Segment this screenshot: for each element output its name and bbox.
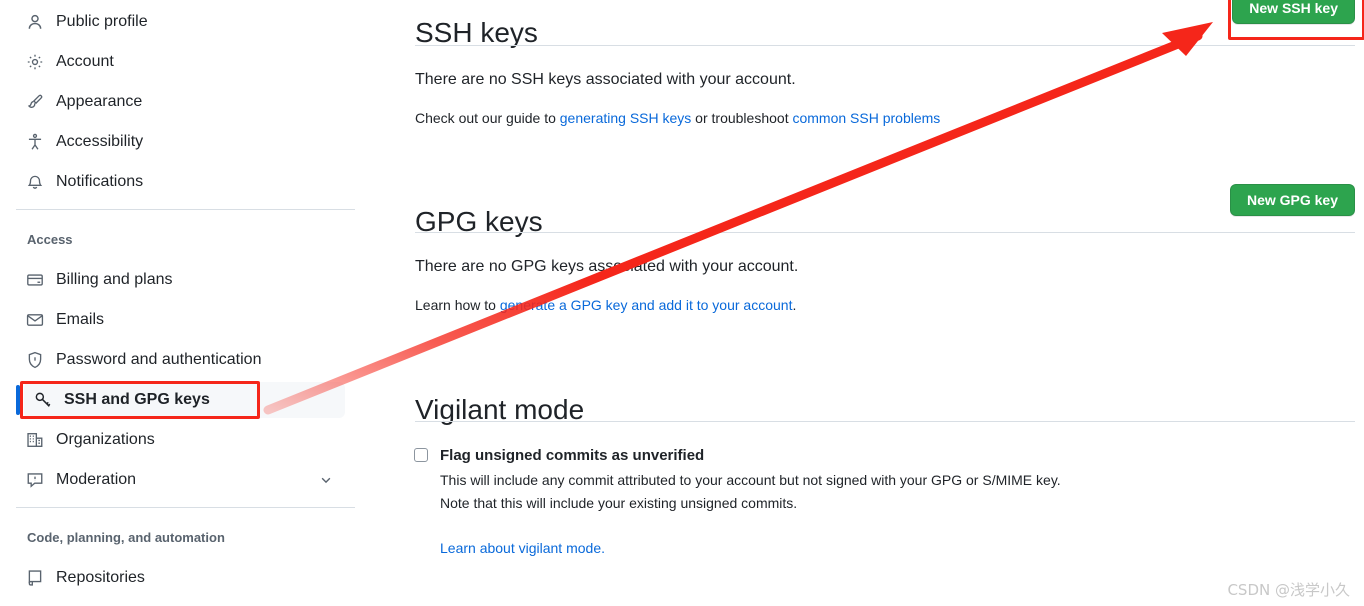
vigilant-note-line-1: This will include any commit attributed … (440, 472, 1061, 488)
sidebar-item-moderation[interactable]: Moderation (16, 462, 345, 498)
gear-icon (26, 53, 44, 71)
ssh-help-middle: or troubleshoot (691, 110, 793, 126)
sidebar-item-label: SSH and GPG keys (64, 391, 210, 408)
settings-sidebar: Public profile Account Appearance Access… (0, 0, 400, 606)
gpg-section-rule (415, 232, 1355, 233)
organization-icon (26, 431, 44, 449)
sidebar-item-label: Appearance (56, 93, 143, 110)
ssh-help-prefix: Check out our guide to (415, 110, 560, 126)
sidebar-item-ssh-and-gpg-keys[interactable]: SSH and GPG keys (24, 382, 345, 418)
key-icon (34, 391, 52, 409)
csdn-watermark: CSDN @浅学小久 (1227, 581, 1350, 599)
sidebar-item-password-and-authentication[interactable]: Password and authentication (16, 342, 345, 378)
gpg-empty-message: There are no GPG keys associated with yo… (415, 258, 799, 275)
learn-about-vigilant-mode-link[interactable]: Learn about vigilant mode. (440, 540, 605, 556)
sidebar-group-code-planning-automation: Code, planning, and automation (27, 530, 225, 545)
flag-unsigned-commits-checkbox[interactable] (414, 448, 428, 462)
credit-card-icon (26, 271, 44, 289)
vigilant-learn-link-wrap: Learn about vigilant mode. (440, 540, 605, 556)
bell-icon (26, 173, 44, 191)
mail-icon (26, 311, 44, 329)
gpg-help-prefix: Learn how to (415, 297, 500, 313)
report-icon (26, 471, 44, 489)
repo-icon (26, 569, 44, 587)
shield-lock-icon (26, 351, 44, 369)
sidebar-item-label: Public profile (56, 13, 148, 30)
ssh-help-text: Check out our guide to generating SSH ke… (415, 110, 940, 126)
sidebar-item-label: Moderation (56, 471, 137, 488)
main-content: SSH keys New SSH key There are no SSH ke… (400, 0, 1364, 606)
sidebar-item-billing-and-plans[interactable]: Billing and plans (16, 262, 345, 298)
sidebar-selected-indicator (16, 385, 20, 415)
ssh-section-rule (415, 45, 1355, 46)
sidebar-item-label: Repositories (56, 569, 145, 586)
sidebar-divider (16, 507, 355, 508)
gpg-help-text: Learn how to generate a GPG key and add … (415, 297, 796, 313)
sidebar-item-emails[interactable]: Emails (16, 302, 345, 338)
sidebar-divider (16, 209, 355, 210)
sidebar-group-access: Access (27, 232, 73, 247)
new-ssh-key-button[interactable]: New SSH key (1232, 0, 1355, 24)
sidebar-item-appearance[interactable]: Appearance (16, 84, 345, 120)
new-gpg-key-button[interactable]: New GPG key (1229, 184, 1355, 216)
gpg-help-suffix: . (792, 297, 797, 313)
gpg-keys-heading: GPG keys (415, 206, 543, 238)
flag-unsigned-commits-label[interactable]: Flag unsigned commits as unverified (440, 447, 704, 464)
paintbrush-icon (26, 93, 44, 111)
accessibility-icon (26, 133, 44, 151)
vigilant-section-rule (415, 421, 1355, 422)
sidebar-item-accessibility[interactable]: Accessibility (16, 124, 345, 160)
sidebar-item-label: Organizations (56, 431, 155, 448)
sidebar-item-account[interactable]: Account (16, 44, 345, 80)
page-root: Public profile Account Appearance Access… (0, 0, 1364, 606)
vigilant-note-line-2: Note that this will include your existin… (440, 495, 798, 511)
sidebar-item-label: Accessibility (56, 133, 144, 150)
common-ssh-problems-link[interactable]: common SSH problems (792, 110, 940, 126)
chevron-down-icon[interactable] (319, 473, 333, 487)
sidebar-item-public-profile[interactable]: Public profile (16, 4, 345, 40)
sidebar-item-label: Billing and plans (56, 271, 173, 288)
sidebar-item-label: Emails (56, 311, 105, 328)
sidebar-item-label: Account (56, 53, 114, 70)
sidebar-item-organizations[interactable]: Organizations (16, 422, 345, 458)
sidebar-item-notifications[interactable]: Notifications (16, 164, 345, 200)
person-icon (26, 13, 44, 31)
sidebar-item-label: Password and authentication (56, 351, 262, 368)
sidebar-item-label: Notifications (56, 173, 144, 190)
generate-gpg-key-link[interactable]: generate a GPG key and add it to your ac… (500, 297, 793, 313)
sidebar-item-repositories[interactable]: Repositories (16, 560, 345, 596)
generating-ssh-keys-link[interactable]: generating SSH keys (560, 110, 692, 126)
ssh-empty-message: There are no SSH keys associated with yo… (415, 71, 796, 88)
